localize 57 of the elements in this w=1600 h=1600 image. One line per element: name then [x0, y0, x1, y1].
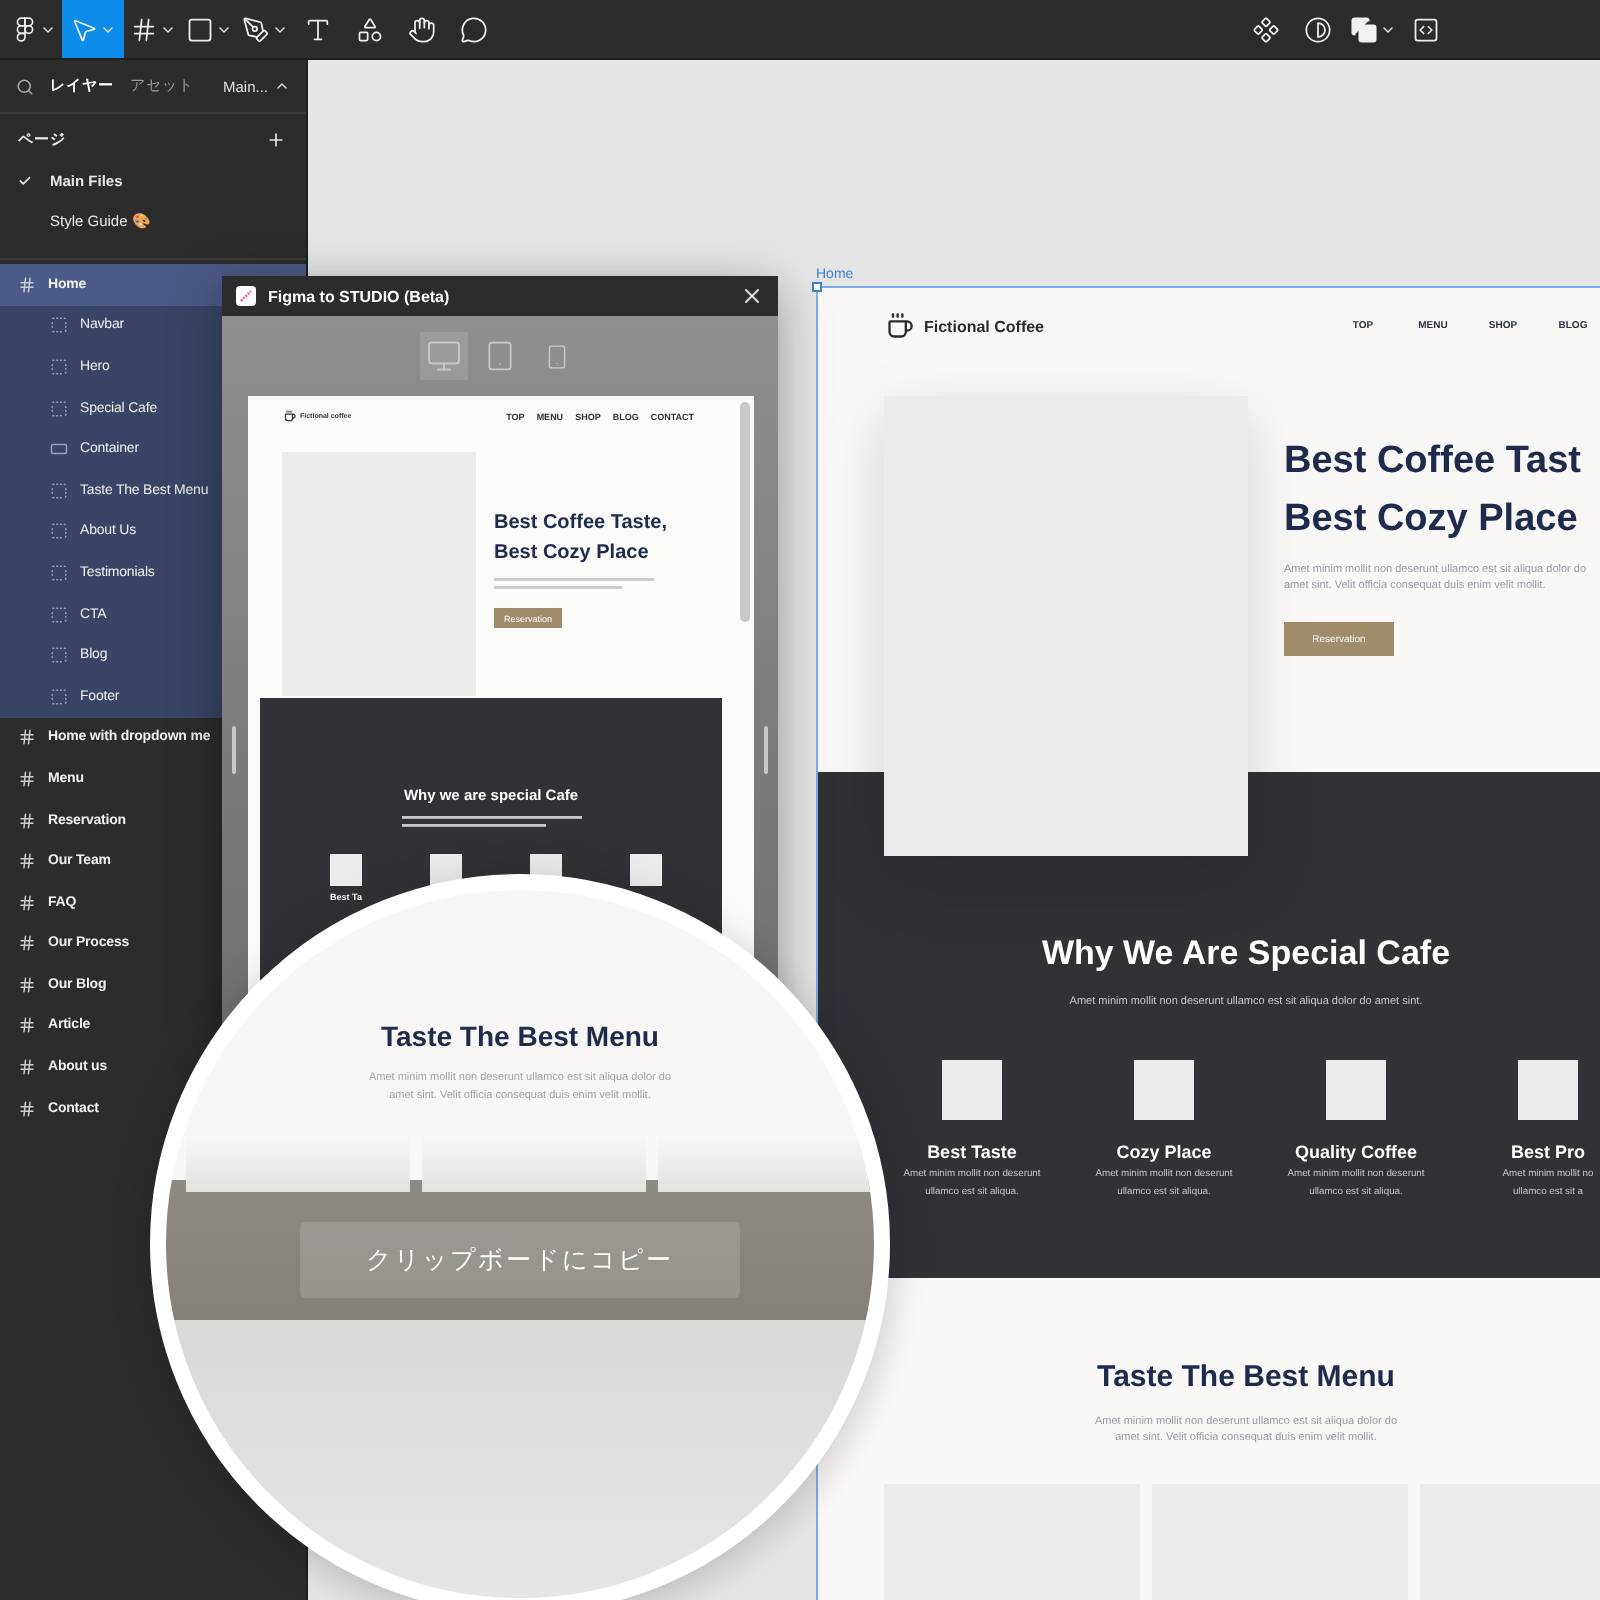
icon-placeholder: [430, 854, 462, 886]
resize-handle[interactable]: [232, 726, 236, 774]
section-title: Why We Are Special Cafe: [1041, 934, 1451, 974]
scrollbar[interactable]: [740, 402, 750, 622]
icon-placeholder: [1518, 1060, 1578, 1120]
hero-headline: Best Coffee Taste, Best Cozy Place: [494, 510, 668, 568]
frame-icon: [18, 1058, 36, 1077]
cup-icon: [284, 410, 296, 422]
frame-icon: [18, 1016, 36, 1035]
hero-headline: Best Coffee Tast Best Cozy Place: [1284, 438, 1582, 544]
caret-icon: [274, 78, 290, 94]
frame-icon: [18, 934, 36, 953]
overlap-icon: [1349, 15, 1377, 43]
text-icon: [304, 15, 332, 43]
frame-icon: [18, 893, 36, 912]
resize-handle[interactable]: [764, 726, 768, 774]
shapes-icon: [356, 15, 384, 43]
icon-placeholder: [630, 854, 662, 886]
frame-icon: [129, 15, 157, 43]
frame-icon: [18, 275, 36, 294]
frame-icon: [18, 769, 36, 788]
hand-icon: [408, 15, 436, 43]
rectangle-icon: [185, 15, 213, 43]
search-icon[interactable]: [16, 77, 34, 95]
feature-title: Best Taste: [927, 1140, 1017, 1166]
pointer-icon: [70, 15, 98, 43]
phone-icon: [543, 343, 569, 369]
check-icon: [18, 173, 32, 187]
frame-icon: [18, 811, 36, 830]
section-title: Taste The Best Menu: [1097, 1358, 1395, 1398]
contrast-icon: [1304, 15, 1332, 43]
icon-placeholder: [1326, 1060, 1386, 1120]
close-button[interactable]: [740, 284, 764, 308]
tablet-icon: [484, 340, 516, 372]
icon-placeholder: [330, 854, 362, 886]
frame-icon: [18, 728, 36, 747]
logo-icon: [12, 16, 38, 42]
pen-icon: [241, 15, 269, 43]
feature-title: Quality Coffee: [1294, 1140, 1417, 1166]
resize-handle[interactable]: [812, 282, 822, 292]
rectangle-icon: [50, 440, 68, 459]
icon-placeholder: [1134, 1060, 1194, 1120]
code-icon: [1412, 15, 1440, 43]
section-title: Taste The Best Menu: [381, 1018, 659, 1054]
icon-placeholder: [942, 1060, 1002, 1120]
comment-icon: [460, 15, 488, 43]
cup-icon: [886, 312, 914, 340]
plugin-logo-icon: [236, 286, 256, 306]
add-icon[interactable]: [266, 130, 286, 150]
monitor-icon: [426, 338, 462, 374]
brand-name: Fictional Coffee: [924, 317, 1045, 335]
frame-icon: [18, 852, 36, 871]
component-icon: [1252, 15, 1280, 43]
frame-icon: [18, 1099, 36, 1118]
feature-title: Cozy Place: [1116, 1140, 1212, 1166]
feature-title: Best Pro: [1510, 1140, 1585, 1166]
frame-icon: [18, 975, 36, 994]
